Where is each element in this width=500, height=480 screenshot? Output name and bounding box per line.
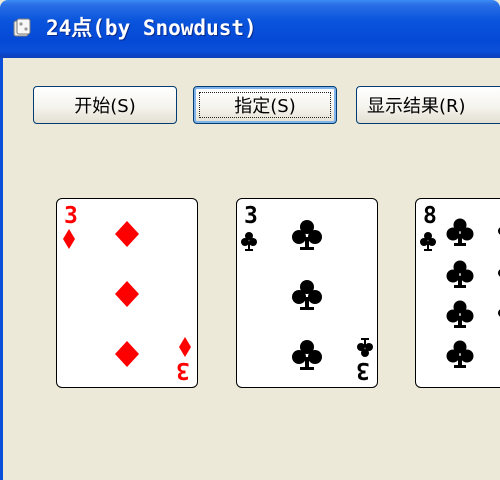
playing-card-1[interactable]: 3 3 [56, 198, 198, 388]
start-button-label: 开始(S) [74, 96, 136, 117]
club-suit-icon [241, 220, 373, 370]
show-result-button[interactable]: 显示结果(R) [356, 86, 500, 124]
club-suit-icon [420, 218, 500, 368]
assign-button-label: 指定(S) [234, 96, 296, 117]
assign-button[interactable]: 指定(S) [193, 86, 337, 124]
window-title: 24点(by Snowdust) [46, 16, 257, 40]
playing-card-3[interactable]: 8 [415, 198, 500, 388]
start-button[interactable]: 开始(S) [33, 86, 177, 124]
app-icon [13, 18, 31, 37]
app-window: 24点(by Snowdust) 开始(S) 指定(S) 显示结果(R) 3 3… [0, 0, 500, 480]
title-bar[interactable]: 24点(by Snowdust) [0, 0, 500, 58]
show-result-button-label: 显示结果(R) [367, 96, 466, 117]
playing-card-2[interactable]: 3 3 [236, 198, 378, 388]
diamond-suit-icon [63, 221, 191, 367]
